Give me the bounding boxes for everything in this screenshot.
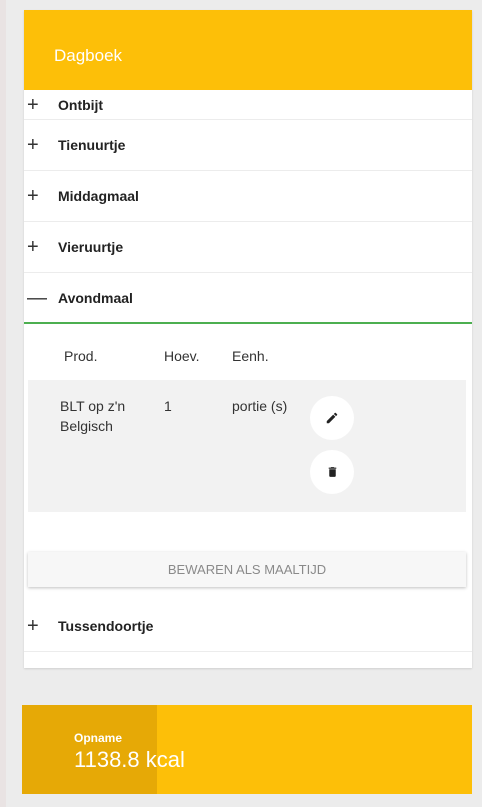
meal-row-vieruurtje[interactable]: + Vieruurtje xyxy=(24,222,472,273)
meal-label: Vieruurtje xyxy=(58,239,124,255)
intake-value: 1138.8 kcal xyxy=(74,747,185,772)
meal-label: Middagmaal xyxy=(58,188,139,204)
meal-row-ontbijt[interactable]: + Ontbijt xyxy=(24,90,472,120)
intake-label: Opname xyxy=(74,731,123,745)
minus-icon: — xyxy=(27,286,47,309)
column-header-product: Prod. xyxy=(64,348,98,364)
table-row: BLT op z'n Belgisch 1 portie (s) xyxy=(28,380,466,512)
plus-icon: + xyxy=(27,93,39,116)
product-amount: 1 xyxy=(164,398,172,414)
meal-row-tienuurtje[interactable]: + Tienuurtje xyxy=(24,120,472,171)
diary-card: Dagboek + Ontbijt + Tienuurtje + Middagm… xyxy=(24,10,472,668)
column-header-amount: Hoev. xyxy=(164,348,200,364)
intake-bar: Opname 1138.8 kcal xyxy=(22,705,472,794)
diary-title: Dagboek xyxy=(54,46,123,65)
pencil-icon xyxy=(326,412,338,424)
plus-icon: + xyxy=(27,134,39,156)
intake-summary: Opname 1138.8 kcal xyxy=(74,731,185,773)
row-actions xyxy=(310,396,354,512)
diary-header: Dagboek xyxy=(24,10,472,90)
meal-label: Tienuurtje xyxy=(58,137,126,153)
plus-icon: + xyxy=(27,615,39,637)
meal-row-tussendoortje[interactable]: + Tussendoortje xyxy=(24,601,472,652)
meal-row-middagmaal[interactable]: + Middagmaal xyxy=(24,171,472,222)
delete-button[interactable] xyxy=(310,450,354,494)
save-as-meal-button[interactable]: BEWAREN ALS MAALTIJD xyxy=(28,552,466,587)
meal-label: Tussendoortje xyxy=(58,618,154,634)
meal-label: Ontbijt xyxy=(58,96,104,113)
product-unit: portie (s) xyxy=(232,398,288,414)
edit-button[interactable] xyxy=(310,396,354,440)
product-name: BLT op z'n Belgisch xyxy=(60,398,126,434)
avondmaal-panel: Prod. Hoev. Eenh. BLT op z'n Belgisch 1 … xyxy=(24,324,472,601)
table-header: Prod. Hoev. Eenh. xyxy=(28,324,466,380)
trash-icon xyxy=(328,467,336,477)
meal-row-avondmaal[interactable]: — Avondmaal xyxy=(24,273,472,324)
plus-icon: + xyxy=(27,185,39,207)
column-header-unit: Eenh. xyxy=(232,348,269,364)
plus-icon: + xyxy=(27,236,39,258)
meal-label: Avondmaal xyxy=(58,289,133,306)
